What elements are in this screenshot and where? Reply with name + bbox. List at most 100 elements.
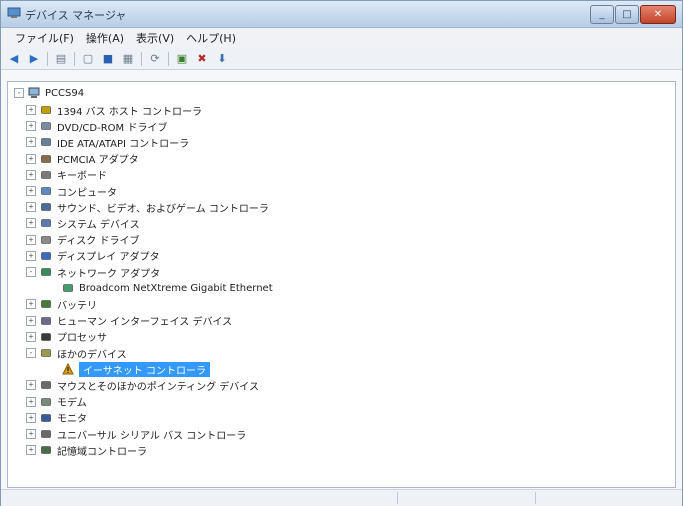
tree-item-label: マウスとそのほかのポインティング デバイス xyxy=(57,381,259,393)
computer-icon xyxy=(40,185,52,197)
tree-category-item[interactable]: + PCMCIA アダプタ xyxy=(26,151,139,167)
tree-category-item[interactable]: + バッテリ xyxy=(26,296,97,312)
tree-category-item[interactable]: + モニタ xyxy=(26,410,87,426)
expand-toggle[interactable]: + xyxy=(26,250,36,261)
menu-help[interactable]: ヘルプ(H) xyxy=(186,30,236,46)
collapse-toggle[interactable]: - xyxy=(26,267,36,277)
tree-item-label: システム デバイス xyxy=(57,219,140,231)
tree-item-label: Broadcom NetXtreme Gigabit Ethernet xyxy=(79,282,273,294)
tree-category-item[interactable]: - ネットワーク アダプタ xyxy=(26,264,160,280)
display-adapter-icon xyxy=(40,250,52,262)
tree-category-item[interactable]: + モデム xyxy=(26,394,87,410)
forward-icon[interactable]: ▶ xyxy=(27,52,41,66)
tree-item-label: キーボード xyxy=(57,171,107,183)
tree-category-item[interactable]: - ほかのデバイス xyxy=(26,345,127,361)
menu-view[interactable]: 表示(V) xyxy=(136,30,174,46)
ide-controller-icon xyxy=(40,136,52,148)
toolbar: ◀ ▶ ▤ ▢ ■ ▦ ⟳ ▣ ✖ ⬇ xyxy=(1,48,682,70)
tree-category-item[interactable]: + システム デバイス xyxy=(26,215,140,231)
computer-icon xyxy=(28,87,40,99)
expand-toggle[interactable]: + xyxy=(26,218,36,229)
toolbar-separator xyxy=(141,51,142,66)
tree-category-item[interactable]: + DVD/CD-ROM ドライブ xyxy=(26,118,167,134)
toolbar-separator xyxy=(47,51,48,66)
minimize-button[interactable]: _ xyxy=(590,5,614,24)
menu-action[interactable]: 操作(A) xyxy=(86,30,124,46)
update-driver-icon[interactable]: ▣ xyxy=(175,52,189,66)
expand-toggle[interactable]: + xyxy=(26,137,36,148)
monitor-icon xyxy=(40,412,52,424)
uninstall-icon[interactable]: ✖ xyxy=(195,52,209,66)
tree-category-item[interactable]: + ヒューマン インターフェイス デバイス xyxy=(26,313,232,329)
system-device-icon xyxy=(40,217,52,229)
expand-toggle[interactable]: + xyxy=(26,380,36,391)
tree-category-item[interactable]: + ディスプレイ アダプタ xyxy=(26,248,159,264)
tree-category-item[interactable]: + 記憶域コントローラ xyxy=(26,442,147,458)
tree-item-label: ディスプレイ アダプタ xyxy=(57,252,160,264)
tree-category-item[interactable]: + ディスク ドライブ xyxy=(26,232,139,248)
hid-icon xyxy=(40,315,52,327)
network-card-icon xyxy=(62,282,74,294)
view-icon[interactable]: ▦ xyxy=(121,52,135,66)
expand-toggle[interactable]: + xyxy=(26,121,36,132)
expand-toggle[interactable]: + xyxy=(26,331,36,342)
tree-item-label: ユニバーサル シリアル バス コントローラ xyxy=(57,430,247,442)
title-bar[interactable]: デバイス マネージャ _ □ ✕ xyxy=(1,1,682,28)
tree-item-label: ヒューマン インターフェイス デバイス xyxy=(57,317,233,329)
tree-item-label: サウンド、ビデオ、およびゲーム コントローラ xyxy=(57,203,269,215)
expand-toggle[interactable]: + xyxy=(26,202,36,213)
tree-item-label: コンピュータ xyxy=(57,187,117,199)
tree-item-label: モデム xyxy=(57,398,87,410)
scan-hardware-icon[interactable]: ⟳ xyxy=(148,52,162,66)
tree-item-label: DVD/CD-ROM ドライブ xyxy=(57,122,168,134)
device-tree[interactable]: - PCCS94 +1394 バス ホスト コントローラ + DVD/CD-ROM … xyxy=(7,81,676,488)
collapse-toggle[interactable]: - xyxy=(14,88,24,98)
tree-category-item[interactable]: + プロセッサ xyxy=(26,329,107,345)
disable-icon[interactable]: ⬇ xyxy=(215,52,229,66)
expand-toggle[interactable]: + xyxy=(26,429,36,439)
menu-file[interactable]: ファイル(F) xyxy=(15,30,74,46)
tree-item-label: ほかのデバイス xyxy=(57,349,127,361)
disk-drive-icon xyxy=(40,234,52,246)
help-icon[interactable]: ■ xyxy=(101,52,115,66)
tree-category-item[interactable]: + マウスとそのほかのポインティング デバイス xyxy=(26,377,259,393)
expand-toggle[interactable]: + xyxy=(26,299,36,310)
expand-toggle[interactable]: + xyxy=(26,396,36,407)
toolbar-separator xyxy=(168,51,169,66)
other-devices-icon xyxy=(40,347,52,359)
expand-toggle[interactable]: + xyxy=(26,105,36,115)
back-icon[interactable]: ◀ xyxy=(7,52,21,66)
tree-child-item[interactable]: Broadcom NetXtreme Gigabit Ethernet xyxy=(62,280,273,296)
tree-item-label: プロセッサ xyxy=(57,333,107,345)
menu-bar: ファイル(F) 操作(A) 表示(V) ヘルプ(H) xyxy=(1,28,682,48)
tree-category-item[interactable]: + キーボード xyxy=(26,167,107,183)
properties-icon[interactable]: ▢ xyxy=(81,52,95,66)
tree-category-item[interactable]: + IDE ATA/ATAPI コントローラ xyxy=(26,134,189,150)
expand-toggle[interactable]: + xyxy=(26,445,36,456)
tree-child-item[interactable]: イーサネット コントローラ xyxy=(62,361,210,377)
collapse-toggle[interactable]: - xyxy=(26,348,36,358)
tree-item-label: 記憶域コントローラ xyxy=(57,446,147,458)
device-manager-window: デバイス マネージャ _ □ ✕ ファイル(F) 操作(A) 表示(V) ヘルプ… xyxy=(0,0,683,506)
maximize-button[interactable]: □ xyxy=(615,5,639,24)
network-adapter-icon xyxy=(40,266,52,278)
window-controls: _ □ ✕ xyxy=(589,5,676,24)
show-hide-tree-icon[interactable]: ▤ xyxy=(54,52,68,66)
toolbar-separator xyxy=(74,51,75,66)
status-bar xyxy=(1,489,682,506)
close-button[interactable]: ✕ xyxy=(640,5,676,24)
tree-category-item[interactable]: + コンピュータ xyxy=(26,183,117,199)
expand-toggle[interactable]: + xyxy=(26,234,36,245)
expand-toggle[interactable]: + xyxy=(26,186,36,196)
tree-item-label: ネットワーク アダプタ xyxy=(57,268,161,280)
expand-toggle[interactable]: + xyxy=(26,169,36,180)
expand-toggle[interactable]: + xyxy=(26,412,36,423)
expand-toggle[interactable]: + xyxy=(26,153,36,164)
tree-category-item[interactable]: +1394 バス ホスト コントローラ xyxy=(26,102,202,118)
tree-root[interactable]: - PCCS94 xyxy=(14,85,84,101)
tree-category-item[interactable]: + ユニバーサル シリアル バス コントローラ xyxy=(26,426,246,442)
warning-device-icon xyxy=(62,363,74,375)
expand-toggle[interactable]: + xyxy=(26,315,36,326)
dvd-drive-icon xyxy=(40,120,52,132)
tree-category-item[interactable]: + サウンド、ビデオ、およびゲーム コントローラ xyxy=(26,199,269,215)
